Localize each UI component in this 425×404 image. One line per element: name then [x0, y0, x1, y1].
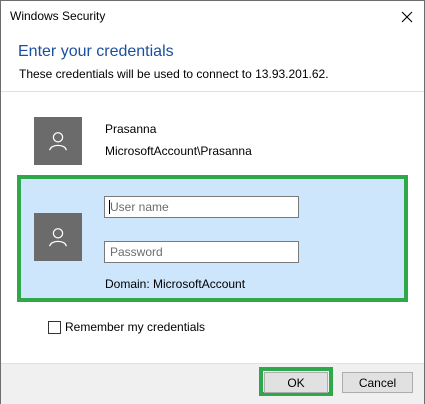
user-silhouette-icon	[49, 132, 67, 151]
remember-checkbox[interactable]	[48, 320, 61, 334]
window-title: Windows Security	[10, 9, 106, 23]
credentials-dialog: Windows Security Enter your credentials …	[0, 0, 425, 404]
username-input[interactable]	[104, 196, 299, 218]
domain-label: Domain: MicrosoftAccount	[105, 277, 246, 291]
text-caret	[109, 200, 110, 214]
ok-button[interactable]: OK	[264, 372, 328, 393]
account-avatar[interactable]	[34, 117, 82, 165]
remember-credentials[interactable]: Remember my credentials	[48, 320, 205, 334]
remember-label: Remember my credentials	[65, 320, 206, 334]
title-bar: Windows Security	[1, 1, 424, 32]
divider	[1, 91, 424, 92]
user-silhouette-icon	[49, 228, 67, 247]
new-account-avatar	[34, 213, 82, 261]
cancel-button[interactable]: Cancel	[342, 372, 413, 393]
dialog-heading: Enter your credentials	[18, 43, 174, 60]
account-id[interactable]: MicrosoftAccount\Prasanna	[105, 144, 252, 158]
close-icon	[401, 11, 413, 22]
password-input[interactable]	[104, 241, 299, 263]
account-name[interactable]: Prasanna	[105, 122, 156, 136]
close-button[interactable]	[390, 1, 424, 32]
dialog-subheading: These credentials will be used to connec…	[19, 67, 329, 81]
